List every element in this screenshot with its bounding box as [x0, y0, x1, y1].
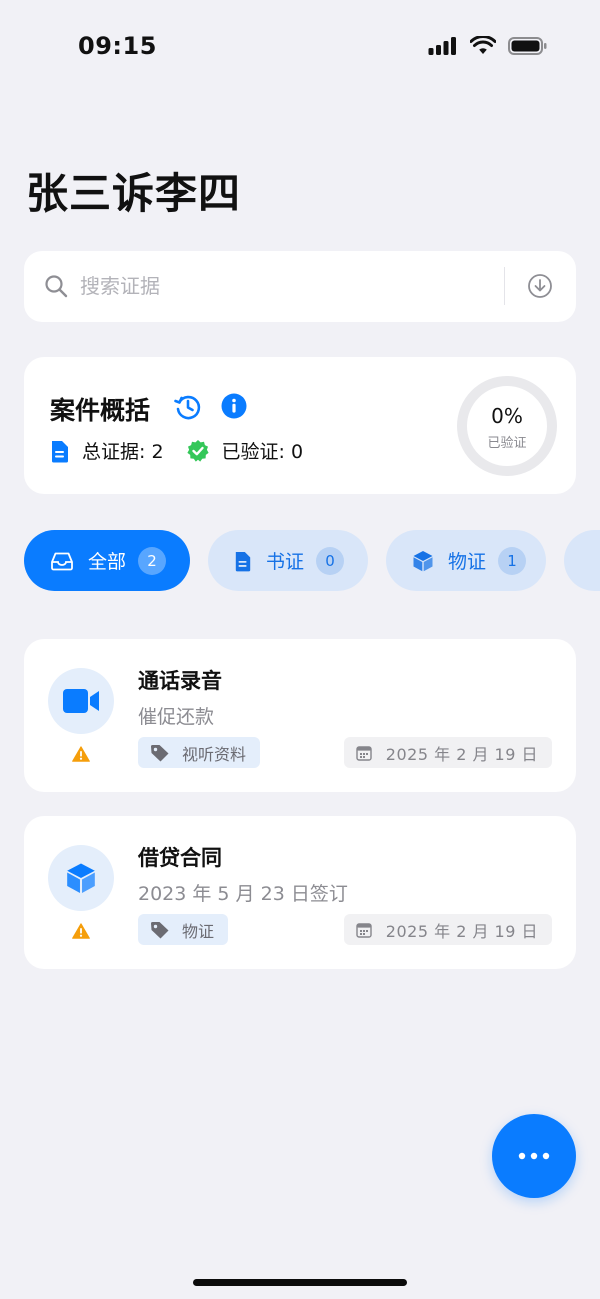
search-input[interactable]	[80, 268, 480, 304]
download-icon[interactable]	[526, 272, 554, 300]
filter-chip-physical[interactable]: 物证 1	[386, 530, 546, 591]
verified-badge-icon	[186, 439, 209, 462]
evidence-card[interactable]: 通话录音 催促还款 视听资料 2025 年 2 月 19 日	[24, 639, 576, 792]
filter-chip-label: 全部	[88, 551, 127, 573]
document-icon	[52, 440, 68, 462]
cube-icon	[67, 863, 95, 893]
filter-chip-label: 物证	[448, 551, 487, 573]
calendar-icon	[356, 745, 372, 761]
verified-evidence-count: 已验证: 0	[221, 441, 304, 463]
evidence-date-text: 2025 年 2 月 19 日	[385, 921, 538, 941]
evidence-description: 催促还款	[138, 706, 215, 728]
status-bar: 09:15	[0, 0, 600, 96]
progress-label: 已验证	[487, 436, 527, 451]
filter-chip-label: 书证	[266, 551, 305, 573]
warning-icon	[72, 923, 90, 939]
inbox-icon	[51, 552, 73, 570]
evidence-date: 2025 年 2 月 19 日	[343, 737, 552, 768]
tag-icon	[151, 744, 169, 761]
more-horizontal-icon	[518, 1152, 550, 1160]
warning-icon	[72, 746, 90, 762]
search-divider	[504, 267, 505, 305]
app-screen: 09:15 张三诉李四 搜索证据 案件概括 总证据: 2 已验证: 0 0% 已…	[0, 0, 600, 1299]
document-icon	[235, 551, 251, 571]
filter-chip-documentary[interactable]: 书证 0	[208, 530, 368, 591]
evidence-type-label: 视听资料	[182, 744, 247, 764]
status-icons	[428, 36, 548, 56]
filter-chip-count: 2	[138, 546, 167, 575]
evidence-type-tag: 视听资料	[138, 737, 261, 768]
evidence-type-tag: 物证	[138, 914, 229, 945]
more-actions-button[interactable]	[492, 1114, 576, 1198]
evidence-date: 2025 年 2 月 19 日	[343, 914, 552, 945]
calendar-icon	[356, 922, 372, 938]
overview-stats: 总证据: 2 已验证: 0	[50, 437, 303, 464]
video-camera-icon	[63, 689, 99, 713]
progress-percent: 0%	[491, 404, 523, 428]
page-title: 张三诉李四	[26, 169, 242, 218]
evidence-thumbnail	[48, 668, 114, 734]
evidence-date-text: 2025 年 2 月 19 日	[385, 744, 538, 764]
battery-icon	[508, 37, 547, 55]
home-indicator	[193, 1279, 407, 1286]
evidence-type-label: 物证	[182, 921, 215, 941]
wifi-icon	[470, 36, 496, 54]
history-icon[interactable]	[173, 392, 203, 422]
tag-icon	[151, 921, 169, 938]
cellular-signal-icon	[428, 37, 456, 55]
evidence-title: 通话录音	[138, 669, 222, 693]
evidence-title: 借贷合同	[138, 846, 222, 870]
filter-chip-all[interactable]: 全部 2	[24, 530, 190, 591]
evidence-thumbnail	[48, 845, 114, 911]
filter-chip-count: 0	[316, 546, 345, 575]
filter-chip-more[interactable]	[564, 530, 600, 591]
evidence-description: 2023 年 5 月 23 日签订	[138, 883, 348, 905]
status-time: 09:15	[78, 32, 157, 60]
filter-chip-count: 1	[498, 546, 527, 575]
total-evidence-count: 总证据: 2	[82, 441, 164, 463]
cube-icon	[413, 550, 433, 571]
info-icon[interactable]	[221, 393, 247, 419]
overview-title: 案件概括	[50, 396, 151, 425]
search-icon	[45, 275, 68, 298]
evidence-card[interactable]: 借贷合同 2023 年 5 月 23 日签订 物证 2025 年 2 月 19 …	[24, 816, 576, 969]
